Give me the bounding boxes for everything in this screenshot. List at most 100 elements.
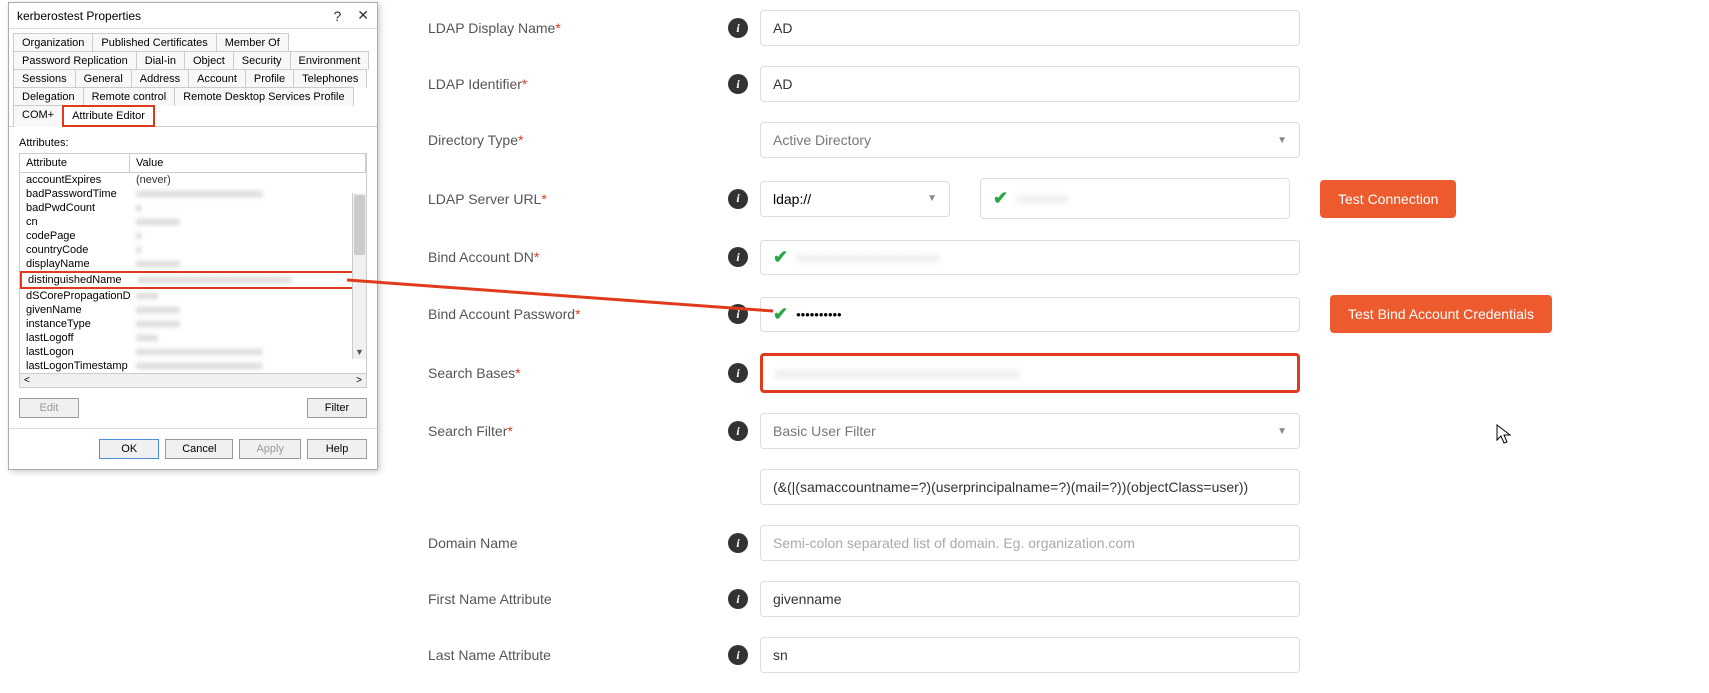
chevron-down-icon: ▼ [1277, 426, 1287, 437]
info-icon[interactable]: i [728, 304, 748, 324]
tab-published-certificates[interactable]: Published Certificates [92, 33, 216, 52]
info-icon[interactable]: i [728, 74, 748, 94]
vertical-scrollbar[interactable]: ▲ ▼ [352, 193, 366, 359]
tab-com-plus[interactable]: COM+ [13, 105, 63, 127]
info-icon[interactable]: i [728, 363, 748, 383]
col-header-attribute[interactable]: Attribute [20, 154, 130, 172]
directory-type-select[interactable]: Active Directory ▼ [760, 122, 1300, 158]
table-row[interactable]: accountExpires(never) [20, 173, 366, 187]
info-icon[interactable]: i [728, 18, 748, 38]
server-url-label: LDAP Server URL [428, 191, 541, 207]
tab-account[interactable]: Account [188, 69, 246, 88]
tab-telephones[interactable]: Telephones [293, 69, 367, 88]
test-connection-button[interactable]: Test Connection [1320, 180, 1456, 218]
edit-button[interactable]: Edit [19, 398, 79, 418]
properties-dialog: kerberostest Properties ? ✕ Organization… [8, 2, 378, 470]
url-scheme-select[interactable]: ldap:// ▼ [760, 181, 950, 217]
table-row[interactable]: lastLogonxxxxxxxxxxxxxxxxxxxxxxx [20, 345, 366, 359]
attribute-rows[interactable]: accountExpires(never)badPasswordTimexxxx… [20, 173, 366, 373]
domain-name-input[interactable] [760, 525, 1300, 561]
attribute-name: givenName [20, 303, 130, 317]
tab-member-of[interactable]: Member Of [216, 33, 289, 52]
info-icon[interactable]: i [728, 589, 748, 609]
ldap-identifier-input[interactable] [760, 66, 1300, 102]
scroll-thumb[interactable] [354, 195, 365, 255]
tab-sessions[interactable]: Sessions [13, 69, 76, 88]
tab-object[interactable]: Object [184, 51, 234, 70]
ldap-identifier-label: LDAP Identifier [428, 76, 522, 92]
filter-expression-input[interactable] [760, 469, 1300, 505]
table-row[interactable]: displayNamexxxxxxxx [20, 257, 366, 271]
close-icon[interactable]: ✕ [357, 7, 369, 24]
ldap-display-input[interactable] [760, 10, 1300, 46]
table-row[interactable]: instanceTypexxxxxxxx [20, 317, 366, 331]
server-url-input[interactable]: ✔ xxxxxxxx [980, 178, 1290, 219]
horizontal-scrollbar[interactable]: < > [20, 373, 366, 387]
attribute-name: lastLogon [20, 345, 130, 359]
help-button[interactable]: Help [307, 439, 367, 459]
last-name-attr-label: Last Name Attribute [428, 647, 551, 663]
attribute-name: distinguishedName [22, 273, 132, 287]
filter-button[interactable]: Filter [307, 398, 367, 418]
first-name-attr-input[interactable] [760, 581, 1300, 617]
tab-remote-control[interactable]: Remote control [83, 87, 176, 106]
server-url-value: xxxxxxxx [1016, 191, 1068, 206]
cancel-button[interactable]: Cancel [165, 439, 233, 459]
tab-organization[interactable]: Organization [13, 33, 93, 52]
table-row[interactable]: badPasswordTimexxxxxxxxxxxxxxxxxxxxxxx [20, 187, 366, 201]
table-row[interactable]: lastLogonTimestampxxxxxxxxxxxxxxxxxxxxxx… [20, 359, 366, 373]
table-row[interactable]: countryCodex [20, 243, 366, 257]
tab-general[interactable]: General [75, 69, 132, 88]
scroll-down-arrow[interactable]: ▼ [354, 347, 365, 359]
attribute-value: xxxxxxxxxxxxxxxxxxxxxxx [130, 345, 366, 359]
tab-profile[interactable]: Profile [245, 69, 294, 88]
table-row[interactable]: lastLogoffxxxx [20, 331, 366, 345]
last-name-attr-input[interactable] [760, 637, 1300, 673]
table-row[interactable]: distinguishedNamexxxxxxxxxxxxxxxxxxxxxxx… [20, 271, 366, 289]
tab-delegation[interactable]: Delegation [13, 87, 84, 106]
ldap-display-label: LDAP Display Name [428, 20, 555, 36]
search-bases-label: Search Bases [428, 365, 515, 381]
table-row[interactable]: dSCorePropagationD...xxxx [20, 289, 366, 303]
scroll-left-arrow[interactable]: < [24, 375, 30, 386]
test-bind-button[interactable]: Test Bind Account Credentials [1330, 295, 1552, 333]
search-filter-select[interactable]: Basic User Filter ▼ [760, 413, 1300, 449]
ok-button[interactable]: OK [99, 439, 159, 459]
table-row[interactable]: codePagex [20, 229, 366, 243]
tab-dial-in[interactable]: Dial-in [136, 51, 185, 70]
attribute-name: codePage [20, 229, 130, 243]
search-bases-input[interactable]: xxxxxxxxxxxxxxxxxxxxxxxxxxxxxxxxxxx [760, 353, 1300, 393]
attribute-name: badPwdCount [20, 201, 130, 215]
tab-address[interactable]: Address [131, 69, 189, 88]
info-icon[interactable]: i [728, 645, 748, 665]
first-name-attr-label: First Name Attribute [428, 591, 552, 607]
attributes-label: Attributes: [19, 137, 367, 149]
col-header-value[interactable]: Value [130, 154, 366, 172]
attribute-name: dSCorePropagationD... [20, 289, 130, 303]
info-icon[interactable]: i [728, 247, 748, 267]
search-filter-value: Basic User Filter [773, 423, 876, 439]
info-icon[interactable]: i [728, 421, 748, 441]
apply-button[interactable]: Apply [239, 439, 301, 459]
info-icon[interactable]: i [728, 533, 748, 553]
search-bases-value: xxxxxxxxxxxxxxxxxxxxxxxxxxxxxxxxxxx [775, 365, 1020, 381]
domain-name-label: Domain Name [428, 535, 517, 551]
tab-remote-desktop-profile[interactable]: Remote Desktop Services Profile [174, 87, 353, 106]
table-row[interactable]: givenNamexxxxxxxx [20, 303, 366, 317]
search-filter-label: Search Filter [428, 423, 507, 439]
attribute-value: xxxx [130, 331, 366, 345]
attribute-name: countryCode [20, 243, 130, 257]
bind-dn-input[interactable]: ✔ xxxxxxxxxxxxxxxxxxxxxx [760, 240, 1300, 275]
tab-password-replication[interactable]: Password Replication [13, 51, 137, 70]
tab-security[interactable]: Security [233, 51, 291, 70]
scroll-right-arrow[interactable]: > [356, 375, 362, 386]
help-icon[interactable]: ? [333, 8, 341, 24]
info-icon[interactable]: i [728, 189, 748, 209]
chevron-down-icon: ▼ [927, 193, 937, 204]
attribute-value: xxxxxxxxxxxxxxxxxxxxxxx [130, 187, 366, 201]
tab-environment[interactable]: Environment [290, 51, 370, 70]
table-row[interactable]: badPwdCountx [20, 201, 366, 215]
tab-attribute-editor[interactable]: Attribute Editor [62, 105, 155, 127]
bind-pw-input[interactable]: ✔ •••••••••• [760, 297, 1300, 332]
table-row[interactable]: cnxxxxxxxx [20, 215, 366, 229]
